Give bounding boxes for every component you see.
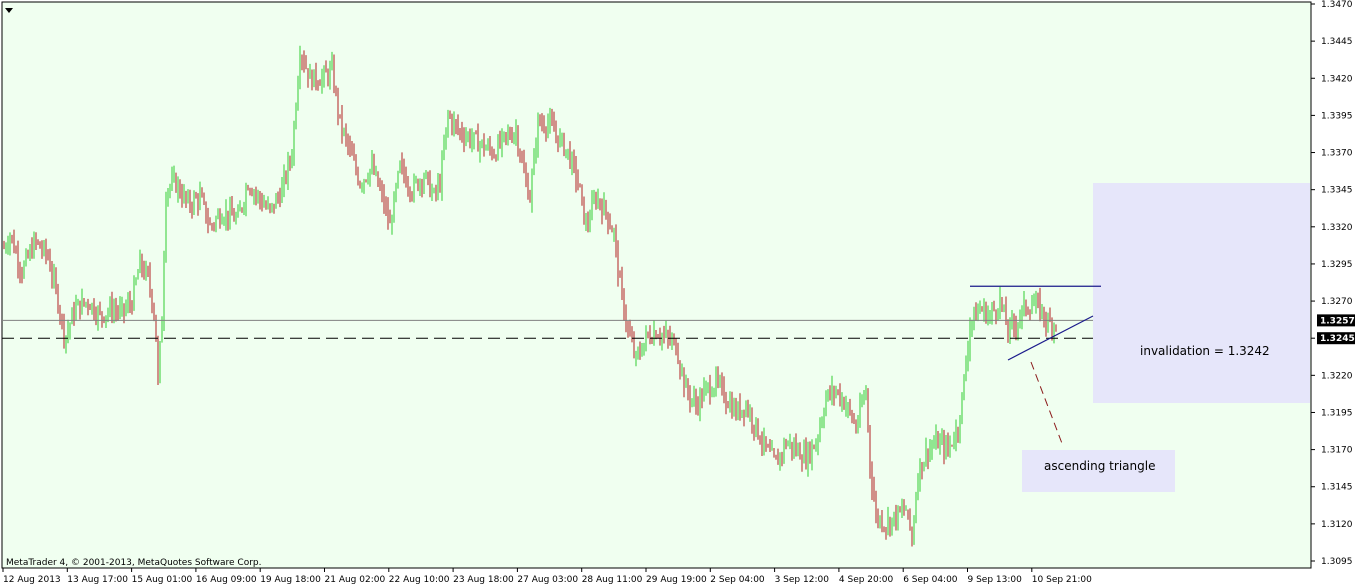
y-tick-label: 1.3120 xyxy=(1321,520,1353,530)
x-tick-label: 27 Aug 03:00 xyxy=(517,575,578,585)
y-tick-label: 1.3295 xyxy=(1321,260,1353,270)
invalidation-price-tag-label: 1.3245 xyxy=(1320,334,1355,344)
x-tick-label: 6 Sep 04:00 xyxy=(903,575,958,585)
x-tick-label: 19 Aug 18:00 xyxy=(260,575,321,585)
x-tick-label: 3 Sep 12:00 xyxy=(775,575,830,585)
y-tick-label: 1.3170 xyxy=(1321,446,1353,456)
y-tick-label: 1.3320 xyxy=(1321,223,1353,233)
y-tick-label: 1.3145 xyxy=(1321,483,1353,493)
x-tick-label: 10 Sep 21:00 xyxy=(1032,575,1092,585)
x-tick-label: 15 Aug 01:00 xyxy=(132,575,193,585)
y-tick-label: 1.3395 xyxy=(1321,111,1353,121)
x-tick-label: 13 Aug 17:00 xyxy=(67,575,128,585)
x-tick-label: 9 Sep 13:00 xyxy=(968,575,1023,585)
target-box[interactable] xyxy=(1093,183,1310,403)
x-tick-label: 16 Aug 09:00 xyxy=(196,575,257,585)
current-price-tag-label: 1.3257 xyxy=(1320,316,1355,326)
y-tick-label: 1.3270 xyxy=(1321,297,1353,307)
y-tick-label: 1.3095 xyxy=(1321,557,1353,567)
x-tick-label: 22 Aug 10:00 xyxy=(389,575,450,585)
x-tick-label: 28 Aug 11:00 xyxy=(582,575,643,585)
x-tick-label: 29 Aug 19:00 xyxy=(646,575,707,585)
y-tick-label: 1.3370 xyxy=(1321,149,1353,159)
x-tick-label: 2 Sep 04:00 xyxy=(710,575,765,585)
x-tick-label: 21 Aug 02:00 xyxy=(325,575,386,585)
x-tick-label: 12 Aug 2013 xyxy=(3,575,61,585)
y-tick-label: 1.3445 xyxy=(1321,37,1353,47)
x-tick-label: 4 Sep 20:00 xyxy=(839,575,894,585)
price-chart[interactable]: invalidation = 1.3242ascending triangle … xyxy=(0,0,1356,587)
invalidation-annotation: invalidation = 1.3242 xyxy=(1140,344,1270,358)
y-tick-label: 1.3220 xyxy=(1321,371,1353,381)
y-tick-label: 1.3420 xyxy=(1321,74,1353,84)
copyright-text: MetaTrader 4, © 2001-2013, MetaQuotes So… xyxy=(6,558,262,568)
pattern-annotation: ascending triangle xyxy=(1044,459,1155,473)
y-tick-label: 1.3470 xyxy=(1321,0,1353,10)
x-tick-label: 23 Aug 18:00 xyxy=(453,575,514,585)
y-tick-label: 1.3345 xyxy=(1321,186,1353,196)
y-tick-label: 1.3195 xyxy=(1321,408,1353,418)
